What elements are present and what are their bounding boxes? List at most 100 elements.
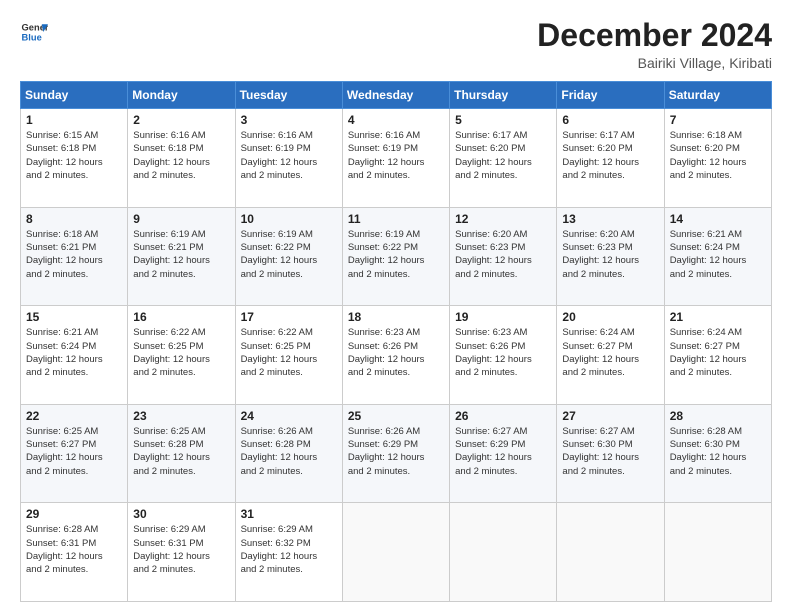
- calendar-cell: 16 Sunrise: 6:22 AMSunset: 6:25 PMDaylig…: [128, 306, 235, 405]
- calendar-cell: [557, 503, 664, 602]
- calendar-cell: 17 Sunrise: 6:22 AMSunset: 6:25 PMDaylig…: [235, 306, 342, 405]
- calendar-cell: 8 Sunrise: 6:18 AMSunset: 6:21 PMDayligh…: [21, 207, 128, 306]
- day-number: 28: [670, 409, 766, 423]
- day-number: 29: [26, 507, 122, 521]
- day-info: Sunrise: 6:19 AMSunset: 6:21 PMDaylight:…: [133, 228, 229, 281]
- week-row-1: 1 Sunrise: 6:15 AMSunset: 6:18 PMDayligh…: [21, 109, 772, 208]
- calendar-cell: [664, 503, 771, 602]
- day-info: Sunrise: 6:25 AMSunset: 6:27 PMDaylight:…: [26, 425, 122, 478]
- calendar-cell: 21 Sunrise: 6:24 AMSunset: 6:27 PMDaylig…: [664, 306, 771, 405]
- calendar-cell: 15 Sunrise: 6:21 AMSunset: 6:24 PMDaylig…: [21, 306, 128, 405]
- day-info: Sunrise: 6:18 AMSunset: 6:21 PMDaylight:…: [26, 228, 122, 281]
- calendar-cell: 20 Sunrise: 6:24 AMSunset: 6:27 PMDaylig…: [557, 306, 664, 405]
- day-info: Sunrise: 6:27 AMSunset: 6:29 PMDaylight:…: [455, 425, 551, 478]
- day-number: 31: [241, 507, 337, 521]
- day-info: Sunrise: 6:29 AMSunset: 6:31 PMDaylight:…: [133, 523, 229, 576]
- day-info: Sunrise: 6:15 AMSunset: 6:18 PMDaylight:…: [26, 129, 122, 182]
- day-number: 7: [670, 113, 766, 127]
- day-info: Sunrise: 6:21 AMSunset: 6:24 PMDaylight:…: [26, 326, 122, 379]
- week-row-5: 29 Sunrise: 6:28 AMSunset: 6:31 PMDaylig…: [21, 503, 772, 602]
- calendar-cell: 12 Sunrise: 6:20 AMSunset: 6:23 PMDaylig…: [450, 207, 557, 306]
- svg-text:Blue: Blue: [22, 33, 42, 43]
- weekday-header-thursday: Thursday: [450, 82, 557, 109]
- calendar-cell: 30 Sunrise: 6:29 AMSunset: 6:31 PMDaylig…: [128, 503, 235, 602]
- day-info: Sunrise: 6:28 AMSunset: 6:30 PMDaylight:…: [670, 425, 766, 478]
- calendar-cell: 1 Sunrise: 6:15 AMSunset: 6:18 PMDayligh…: [21, 109, 128, 208]
- calendar-cell: 23 Sunrise: 6:25 AMSunset: 6:28 PMDaylig…: [128, 404, 235, 503]
- main-title: December 2024: [537, 18, 772, 53]
- day-number: 22: [26, 409, 122, 423]
- calendar-cell: 27 Sunrise: 6:27 AMSunset: 6:30 PMDaylig…: [557, 404, 664, 503]
- calendar-cell: 5 Sunrise: 6:17 AMSunset: 6:20 PMDayligh…: [450, 109, 557, 208]
- day-number: 11: [348, 212, 444, 226]
- day-number: 2: [133, 113, 229, 127]
- day-number: 14: [670, 212, 766, 226]
- day-number: 3: [241, 113, 337, 127]
- day-number: 4: [348, 113, 444, 127]
- day-info: Sunrise: 6:28 AMSunset: 6:31 PMDaylight:…: [26, 523, 122, 576]
- day-info: Sunrise: 6:19 AMSunset: 6:22 PMDaylight:…: [241, 228, 337, 281]
- day-number: 27: [562, 409, 658, 423]
- calendar-cell: 4 Sunrise: 6:16 AMSunset: 6:19 PMDayligh…: [342, 109, 449, 208]
- weekday-header-row: SundayMondayTuesdayWednesdayThursdayFrid…: [21, 82, 772, 109]
- day-info: Sunrise: 6:24 AMSunset: 6:27 PMDaylight:…: [562, 326, 658, 379]
- day-number: 24: [241, 409, 337, 423]
- day-info: Sunrise: 6:24 AMSunset: 6:27 PMDaylight:…: [670, 326, 766, 379]
- calendar-cell: 9 Sunrise: 6:19 AMSunset: 6:21 PMDayligh…: [128, 207, 235, 306]
- calendar-cell: 3 Sunrise: 6:16 AMSunset: 6:19 PMDayligh…: [235, 109, 342, 208]
- day-info: Sunrise: 6:27 AMSunset: 6:30 PMDaylight:…: [562, 425, 658, 478]
- day-info: Sunrise: 6:26 AMSunset: 6:29 PMDaylight:…: [348, 425, 444, 478]
- calendar-cell: [342, 503, 449, 602]
- calendar-cell: 13 Sunrise: 6:20 AMSunset: 6:23 PMDaylig…: [557, 207, 664, 306]
- day-number: 16: [133, 310, 229, 324]
- day-number: 20: [562, 310, 658, 324]
- weekday-header-monday: Monday: [128, 82, 235, 109]
- day-info: Sunrise: 6:16 AMSunset: 6:18 PMDaylight:…: [133, 129, 229, 182]
- calendar-cell: [450, 503, 557, 602]
- day-number: 9: [133, 212, 229, 226]
- calendar-cell: 31 Sunrise: 6:29 AMSunset: 6:32 PMDaylig…: [235, 503, 342, 602]
- day-info: Sunrise: 6:23 AMSunset: 6:26 PMDaylight:…: [348, 326, 444, 379]
- weekday-header-saturday: Saturday: [664, 82, 771, 109]
- day-number: 13: [562, 212, 658, 226]
- day-info: Sunrise: 6:17 AMSunset: 6:20 PMDaylight:…: [455, 129, 551, 182]
- day-info: Sunrise: 6:16 AMSunset: 6:19 PMDaylight:…: [348, 129, 444, 182]
- calendar-cell: 14 Sunrise: 6:21 AMSunset: 6:24 PMDaylig…: [664, 207, 771, 306]
- calendar-cell: 19 Sunrise: 6:23 AMSunset: 6:26 PMDaylig…: [450, 306, 557, 405]
- day-number: 6: [562, 113, 658, 127]
- day-number: 30: [133, 507, 229, 521]
- week-row-2: 8 Sunrise: 6:18 AMSunset: 6:21 PMDayligh…: [21, 207, 772, 306]
- day-number: 5: [455, 113, 551, 127]
- calendar-cell: 29 Sunrise: 6:28 AMSunset: 6:31 PMDaylig…: [21, 503, 128, 602]
- calendar-cell: 10 Sunrise: 6:19 AMSunset: 6:22 PMDaylig…: [235, 207, 342, 306]
- title-area: December 2024 Bairiki Village, Kiribati: [537, 18, 772, 71]
- calendar-cell: 28 Sunrise: 6:28 AMSunset: 6:30 PMDaylig…: [664, 404, 771, 503]
- day-number: 12: [455, 212, 551, 226]
- day-info: Sunrise: 6:20 AMSunset: 6:23 PMDaylight:…: [455, 228, 551, 281]
- weekday-header-wednesday: Wednesday: [342, 82, 449, 109]
- day-number: 21: [670, 310, 766, 324]
- calendar-cell: 24 Sunrise: 6:26 AMSunset: 6:28 PMDaylig…: [235, 404, 342, 503]
- day-number: 19: [455, 310, 551, 324]
- calendar-cell: 25 Sunrise: 6:26 AMSunset: 6:29 PMDaylig…: [342, 404, 449, 503]
- calendar-cell: 6 Sunrise: 6:17 AMSunset: 6:20 PMDayligh…: [557, 109, 664, 208]
- day-number: 25: [348, 409, 444, 423]
- weekday-header-sunday: Sunday: [21, 82, 128, 109]
- logo-icon: General Blue: [20, 18, 48, 46]
- week-row-4: 22 Sunrise: 6:25 AMSunset: 6:27 PMDaylig…: [21, 404, 772, 503]
- day-number: 1: [26, 113, 122, 127]
- calendar-cell: 26 Sunrise: 6:27 AMSunset: 6:29 PMDaylig…: [450, 404, 557, 503]
- day-number: 26: [455, 409, 551, 423]
- calendar-page: General Blue December 2024 Bairiki Villa…: [0, 0, 792, 612]
- day-info: Sunrise: 6:18 AMSunset: 6:20 PMDaylight:…: [670, 129, 766, 182]
- day-number: 10: [241, 212, 337, 226]
- logo: General Blue: [20, 18, 48, 46]
- day-info: Sunrise: 6:16 AMSunset: 6:19 PMDaylight:…: [241, 129, 337, 182]
- day-info: Sunrise: 6:17 AMSunset: 6:20 PMDaylight:…: [562, 129, 658, 182]
- weekday-header-friday: Friday: [557, 82, 664, 109]
- day-info: Sunrise: 6:23 AMSunset: 6:26 PMDaylight:…: [455, 326, 551, 379]
- calendar-cell: 18 Sunrise: 6:23 AMSunset: 6:26 PMDaylig…: [342, 306, 449, 405]
- day-number: 18: [348, 310, 444, 324]
- day-info: Sunrise: 6:25 AMSunset: 6:28 PMDaylight:…: [133, 425, 229, 478]
- header: General Blue December 2024 Bairiki Villa…: [20, 18, 772, 71]
